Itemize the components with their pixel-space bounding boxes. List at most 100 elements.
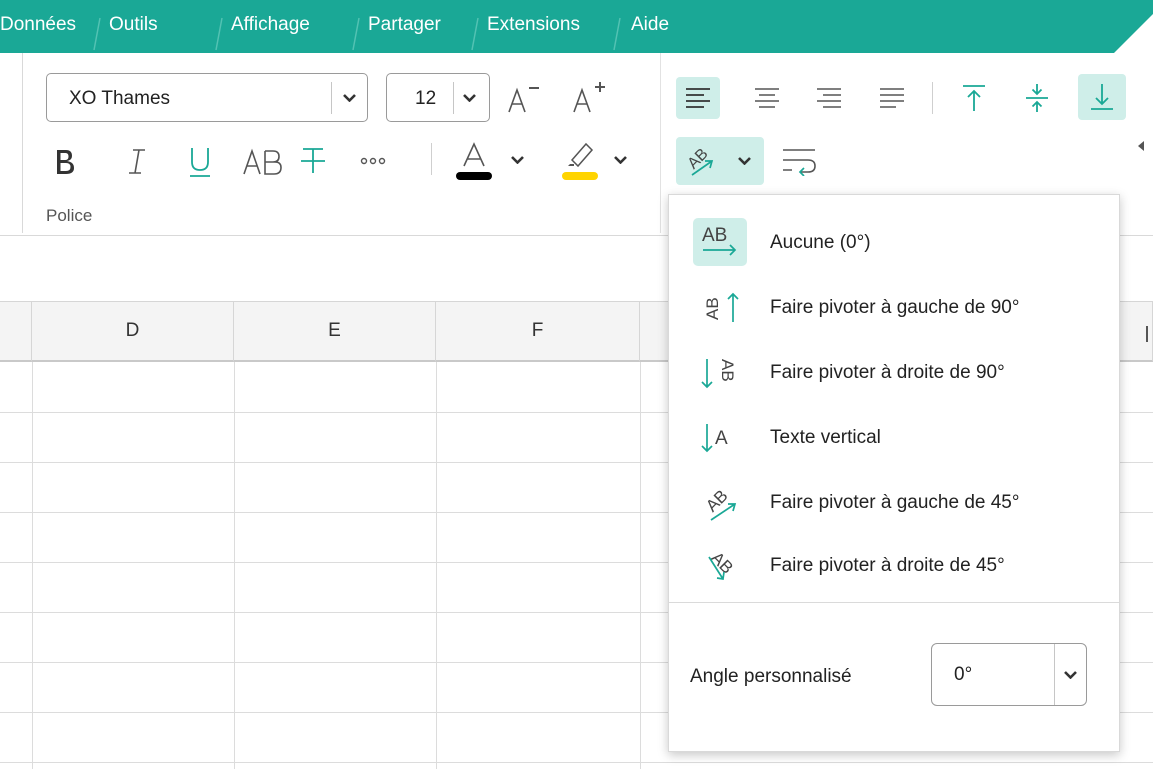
highlighter-icon: [562, 142, 598, 180]
text-horizontal-icon: AB: [693, 218, 747, 266]
align-middle-button[interactable]: [1015, 77, 1059, 119]
column-header-label: F: [531, 320, 544, 341]
ribbon-group-label-police: Police: [46, 206, 93, 225]
grid-line: [32, 362, 33, 769]
font-select-divider: [331, 82, 332, 114]
align-bottom-button[interactable]: [1078, 74, 1126, 120]
rotate-right-90-icon: AB: [693, 348, 747, 396]
menu-divider: [669, 602, 1119, 603]
decrease-font-size-button[interactable]: [505, 80, 545, 116]
chevron-down-icon: [738, 157, 751, 165]
underline-icon: [190, 148, 210, 177]
align-left-icon: [686, 88, 710, 108]
strikethrough-icon: [301, 148, 325, 173]
wrap-text-button[interactable]: [778, 142, 820, 180]
highlight-color-dropdown[interactable]: [612, 153, 628, 167]
italic-icon: [129, 149, 145, 174]
custom-angle-select[interactable]: 0°: [931, 643, 1087, 706]
align-bottom-icon: [1091, 84, 1113, 110]
orientation-option-rotate-right-90[interactable]: AB Faire pivoter à droite de 90°: [669, 342, 1119, 402]
svg-text:AB: AB: [718, 359, 737, 382]
align-right-button[interactable]: [807, 77, 851, 119]
font-color-dropdown[interactable]: [509, 153, 525, 167]
ribbon-divider: [431, 143, 432, 175]
grid-line: [234, 362, 235, 769]
font-color-icon: [456, 142, 492, 180]
menu-tab-dividers: [93, 17, 621, 51]
svg-text:AB: AB: [702, 486, 731, 515]
svg-text:AB: AB: [702, 225, 727, 246]
font-name-select[interactable]: XO Thames: [46, 73, 368, 122]
orientation-option-label: Faire pivoter à droite de 45°: [770, 555, 1005, 576]
align-top-button[interactable]: [952, 77, 996, 119]
orientation-option-rotate-right-45[interactable]: AB Faire pivoter à droite de 45°: [669, 535, 1119, 595]
chevron-down-icon: [1064, 671, 1077, 679]
orientation-option-rotate-left-90[interactable]: AB Faire pivoter à gauche de 90°: [669, 277, 1119, 337]
more-formatting-button[interactable]: [360, 154, 386, 168]
ribbon-group-separator: [660, 53, 661, 233]
orientation-option-vertical[interactable]: A Texte vertical: [669, 407, 1119, 467]
underline-button[interactable]: [186, 145, 214, 179]
grid-line: [0, 762, 1153, 763]
column-header-label: D: [125, 320, 140, 341]
orientation-option-label: Faire pivoter à droite de 90°: [770, 362, 1005, 383]
chevron-down-icon: [343, 94, 356, 102]
column-header-stub[interactable]: [0, 302, 32, 362]
all-caps-button[interactable]: [242, 147, 284, 177]
ribbon-divider: [932, 82, 933, 114]
chevron-down-icon: [613, 156, 627, 164]
align-left-button[interactable]: [676, 77, 720, 119]
wrap-text-icon: [783, 149, 816, 176]
column-header-e[interactable]: E: [234, 302, 436, 362]
italic-button[interactable]: [124, 146, 150, 176]
chevron-down-icon: [510, 156, 524, 164]
custom-angle-divider: [1054, 644, 1055, 705]
svg-text:AB: AB: [703, 297, 722, 320]
custom-angle-label: Angle personnalisé: [690, 666, 852, 687]
grid-line: [436, 362, 437, 769]
more-dots-icon: [360, 157, 386, 165]
column-header-label: E: [328, 320, 341, 341]
font-size-value: 12: [415, 88, 437, 109]
svg-text:A: A: [715, 428, 728, 449]
rotate-left-45-icon: AB: [693, 478, 747, 526]
align-center-icon: [755, 88, 779, 108]
column-header-f[interactable]: F: [436, 302, 640, 362]
highlight-color-button[interactable]: [560, 138, 600, 184]
strikethrough-button[interactable]: [298, 145, 328, 177]
orientation-option-label: Aucune (0°): [770, 232, 871, 253]
align-top-icon: [963, 85, 985, 111]
bold-icon: [57, 150, 74, 174]
column-header-d[interactable]: D: [32, 302, 234, 362]
align-center-button[interactable]: [745, 77, 789, 119]
font-increase-icon: [573, 82, 605, 113]
bold-button[interactable]: [52, 146, 78, 176]
custom-angle-value: 0°: [954, 664, 973, 685]
grid-line: [640, 362, 641, 769]
menu-bar: Données Outils Affichage Partager Extens…: [0, 0, 1153, 53]
font-decrease-icon: [508, 87, 539, 113]
text-orientation-menu: AB Aucune (0°) AB Faire pivoter à gauche…: [668, 194, 1120, 752]
align-middle-icon: [1026, 84, 1048, 112]
justify-button[interactable]: [870, 77, 914, 119]
orientation-option-label: Faire pivoter à gauche de 45°: [770, 492, 1020, 513]
align-right-icon: [817, 88, 841, 108]
orientation-option-none[interactable]: AB Aucune (0°): [669, 212, 1119, 272]
rotate-right-45-icon: AB: [693, 541, 747, 589]
chevron-down-icon: [463, 94, 476, 102]
ribbon-scroll-left-icon[interactable]: [1138, 141, 1144, 151]
orientation-option-rotate-left-45[interactable]: AB Faire pivoter à gauche de 45°: [669, 472, 1119, 532]
text-orientation-button[interactable]: AB: [676, 137, 764, 185]
orientation-option-label: Faire pivoter à gauche de 90°: [770, 297, 1020, 318]
justify-icon: [880, 88, 904, 108]
size-select-divider: [453, 82, 454, 114]
rotate-left-90-icon: AB: [693, 283, 747, 331]
text-vertical-icon: A: [693, 413, 747, 461]
all-caps-icon: [243, 148, 282, 175]
font-size-select[interactable]: 12: [386, 73, 490, 122]
ribbon-left-border: [22, 53, 23, 233]
menu-bar-corner: [1114, 14, 1153, 53]
font-color-button[interactable]: [454, 140, 494, 184]
orientation-option-label: Texte vertical: [770, 427, 881, 448]
increase-font-size-button[interactable]: [570, 78, 610, 116]
